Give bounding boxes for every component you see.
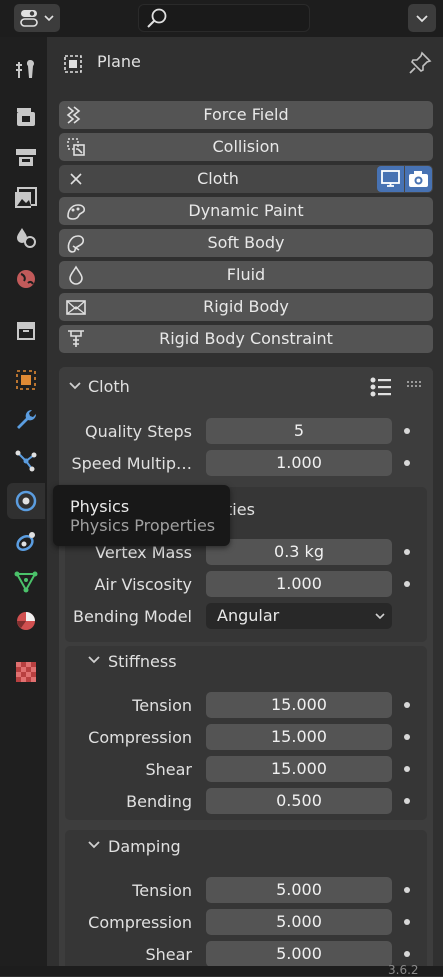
world-icon: [17, 270, 35, 288]
output-icon: [16, 149, 36, 166]
collision-button[interactable]: Collision: [59, 133, 433, 161]
chevron-down-icon: [69, 382, 81, 390]
stiffness-compression-label: Compression: [88, 728, 192, 747]
air-viscosity-label: Air Viscosity: [94, 575, 192, 594]
dynamic-paint-button[interactable]: Dynamic Paint: [59, 197, 433, 225]
keyframe-dot[interactable]: [404, 702, 410, 708]
keyframe-dot[interactable]: [404, 919, 410, 925]
physical-properties-title[interactable]: ties: [226, 500, 255, 519]
render-icon: [17, 108, 35, 126]
version-label: 3.6.2: [388, 963, 419, 977]
chevron-down-icon: [416, 15, 428, 23]
keyframe-dot[interactable]: [404, 734, 410, 740]
stiffness-title[interactable]: Stiffness: [108, 652, 177, 671]
tab-texture[interactable]: [7, 654, 45, 690]
pin-icon[interactable]: [407, 50, 433, 76]
stiffness-shear-field[interactable]: 15.000: [206, 756, 392, 782]
tab-render[interactable]: [7, 99, 45, 135]
view-layer-icon: [15, 187, 37, 208]
damping-tension-label: Tension: [132, 881, 192, 900]
cloth-panel-header[interactable]: Cloth: [59, 367, 433, 405]
bending-model-label: Bending Model: [73, 607, 192, 626]
damping-shear-field[interactable]: 5.000: [206, 941, 392, 967]
keyframe-dot[interactable]: [404, 460, 410, 466]
object-name: Plane: [97, 52, 141, 71]
scene-icon: [17, 228, 36, 248]
stiffness-compression-field[interactable]: 15.000: [206, 724, 392, 750]
damping-tension-field[interactable]: 5.000: [206, 877, 392, 903]
damping-compression-label: Compression: [88, 913, 192, 932]
force-field-button[interactable]: Force Field: [59, 101, 433, 129]
keyframe-dot[interactable]: [404, 766, 410, 772]
keyframe-dot[interactable]: [404, 549, 410, 555]
fluid-button[interactable]: Fluid: [59, 261, 433, 289]
keyframe-dot[interactable]: [404, 581, 410, 587]
air-viscosity-field[interactable]: 1.000: [206, 571, 392, 597]
tab-tool[interactable]: [7, 51, 45, 87]
keyframe-dot[interactable]: [404, 428, 410, 434]
quality-steps-field[interactable]: 5: [206, 418, 392, 444]
rigid-body-constraint-button[interactable]: Rigid Body Constraint: [59, 325, 433, 353]
tooltip-subtitle: Physics Properties: [70, 516, 216, 535]
collection-icon: [17, 322, 35, 340]
speed-multiplier-label: Speed Multip…: [71, 454, 192, 473]
chevron-down-icon: [375, 613, 385, 620]
stiffness-tension-field[interactable]: 15.000: [206, 692, 392, 718]
editor-type-button[interactable]: [14, 4, 60, 32]
drag-handle-icon[interactable]: [406, 380, 424, 388]
tab-view-layer[interactable]: [7, 180, 45, 216]
tab-output[interactable]: [7, 139, 45, 175]
status-bar: [0, 966, 443, 976]
chevron-down-icon[interactable]: [86, 652, 102, 668]
tab-world[interactable]: [7, 261, 45, 297]
damping-title[interactable]: Damping: [108, 837, 181, 856]
camera-icon: [409, 171, 428, 187]
cloth-button[interactable]: Cloth: [59, 165, 433, 193]
properties-editor-icon: [20, 10, 54, 27]
soft-body-button[interactable]: Soft Body: [59, 229, 433, 257]
tooltip: Physics Physics Properties: [53, 485, 230, 546]
keyframe-dot[interactable]: [404, 887, 410, 893]
show-in-render-toggle[interactable]: [405, 166, 432, 192]
tool-icon: [16, 60, 34, 78]
tab-physics[interactable]: [7, 483, 45, 519]
options-dropdown[interactable]: [408, 4, 436, 32]
search-icon: [147, 8, 167, 28]
vertex-mass-field[interactable]: 0.3 kg: [206, 539, 392, 565]
damping-compression-field[interactable]: 5.000: [206, 909, 392, 935]
show-in-viewport-toggle[interactable]: [377, 166, 404, 192]
stiffness-bending-label: Bending: [126, 792, 192, 811]
tab-collection[interactable]: [7, 312, 45, 348]
speed-multiplier-field[interactable]: 1.000: [206, 450, 392, 476]
tab-scene[interactable]: [7, 220, 45, 256]
chevron-down-icon[interactable]: [86, 837, 102, 853]
stiffness-shear-label: Shear: [145, 760, 192, 779]
object-icon: [16, 370, 36, 390]
mesh-object-icon: [64, 55, 82, 73]
texture-icon: [16, 662, 36, 682]
rigid-body-button[interactable]: Rigid Body: [59, 293, 433, 321]
presets-list-icon[interactable]: [369, 376, 395, 398]
physics-icon: [15, 490, 37, 512]
quality-steps-label: Quality Steps: [84, 422, 192, 441]
damping-shear-label: Shear: [145, 945, 192, 964]
search-input[interactable]: [138, 4, 310, 32]
tooltip-title: Physics: [70, 497, 130, 516]
keyframe-dot[interactable]: [404, 798, 410, 804]
tab-object[interactable]: [7, 362, 45, 398]
stiffness-bending-field[interactable]: 0.500: [206, 788, 392, 814]
stiffness-tension-label: Tension: [132, 696, 192, 715]
bending-model-select[interactable]: Angular: [206, 603, 392, 629]
keyframe-dot[interactable]: [404, 951, 410, 957]
monitor-icon: [381, 170, 400, 187]
